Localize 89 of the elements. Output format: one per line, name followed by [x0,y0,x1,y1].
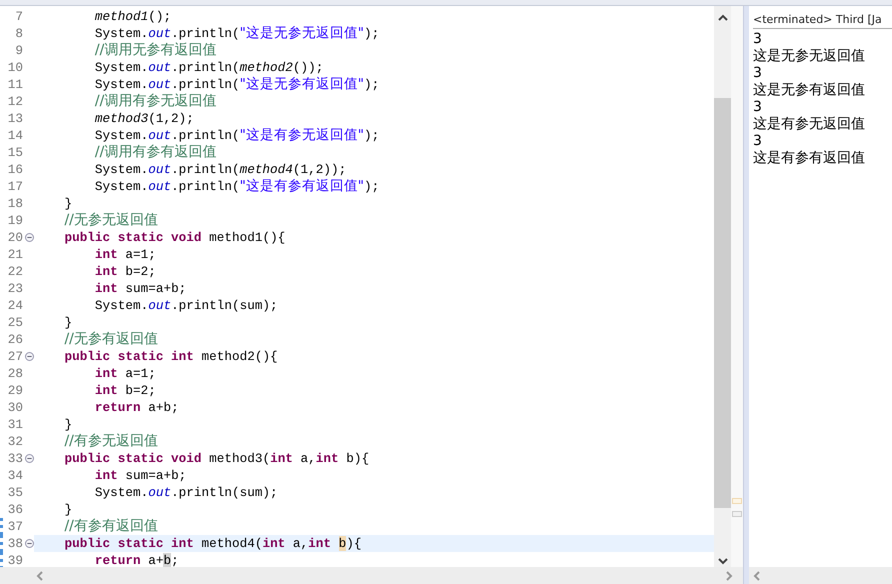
line-number: 31 [6,416,24,433]
annotation-marker[interactable] [732,511,742,517]
line-number: 26 [6,331,24,348]
line-number: 18 [6,195,24,212]
line-number: 16 [6,161,24,178]
line-number: 25 [6,314,24,331]
collapse-icon[interactable] [25,454,34,463]
code-line: public static int method2(){ [63,348,279,365]
horizontal-scrollbar[interactable] [0,567,743,584]
code-line: //有参无返回值 [63,433,159,450]
line-number: 34 [6,467,24,484]
console-output-line: 3 [753,65,763,82]
line-number: 35 [6,484,24,501]
line-number: 29 [6,382,24,399]
line-number: 36 [6,501,24,518]
code-line: int a=1; [94,246,157,263]
line-number: 14 [6,127,24,144]
line-number: 27 [6,348,24,365]
collapse-icon[interactable] [25,539,34,548]
code-line: int b=2; [94,382,157,399]
line-number: 22 [6,263,24,280]
code-line: //有参有返回值 [63,518,159,535]
code-line: return a+b; [94,552,180,567]
code-line: int sum=a+b; [94,280,188,297]
collapse-icon[interactable] [25,233,34,242]
console-output-line: 3 [753,133,763,150]
line-number: 10 [6,59,24,76]
code-line: } [63,501,73,518]
console-header: <terminated> Third [Ja [753,10,892,29]
code-line: System.out.println("这是有参有返回值"); [94,178,380,195]
code-line: System.out.println("这是无参有返回值"); [94,76,380,93]
console-output-line: 这是无参无返回值 [753,48,866,65]
console-output-line: 这是无参有返回值 [753,82,866,99]
line-number: 37 [6,518,24,535]
line-number: 9 [14,42,24,59]
line-number: 20 [6,229,24,246]
code-line: int b=2; [94,263,157,280]
code-line: } [63,314,74,331]
console-output-line: 这是有参无返回值 [753,116,866,133]
code-line: int sum=a+b; [94,467,188,484]
horizontal-scrollbar[interactable] [749,567,892,584]
code-line: //调用无参有返回值 [94,42,218,59]
code-line: public static void method1(){ [63,229,286,246]
line-number: 19 [6,212,24,229]
code-line: System.out.println("这是有参无返回值"); [94,127,380,144]
line-number: 24 [6,297,24,314]
scroll-right-icon[interactable] [725,570,733,580]
collapse-icon[interactable] [25,352,34,361]
line-number: 30 [6,399,24,416]
console-output-line: 3 [753,31,763,48]
code-line: int a=1; [94,365,157,382]
code-line: System.out.println(method4(1,2)); [94,161,348,178]
code-line: System.out.println("这是无参无返回值"); [94,25,380,42]
line-number: 8 [14,25,24,42]
line-number: 38 [6,535,24,552]
scroll-down-icon[interactable] [718,557,728,565]
vertical-scrollbar[interactable] [714,6,731,567]
line-number: 33 [6,450,24,467]
line-number: 12 [6,93,24,110]
code-line: } [63,416,73,433]
line-number: 7 [14,8,24,25]
code-line: } [63,195,74,212]
line-number: 11 [6,76,24,93]
occurrence-marker[interactable] [732,498,742,504]
code-line: method1(); [94,8,172,25]
console-output-line: 这是有参有返回值 [753,150,866,167]
line-number: 32 [6,433,24,450]
line-number: 23 [6,280,24,297]
code-line: System.out.println(sum); [94,484,279,501]
code-line: //无参无返回值 [63,212,159,229]
line-number: 13 [6,110,24,127]
code-line: return a+b; [94,399,180,416]
code-line: System.out.println(sum); [94,297,279,314]
scroll-left-icon[interactable] [36,570,44,580]
line-number: 28 [6,365,24,382]
code-line: //无参有返回值 [63,331,159,348]
code-line: //调用有参有返回值 [94,144,218,161]
scrollbar-thumb[interactable] [714,98,731,508]
line-number: 17 [6,178,24,195]
line-number: 21 [6,246,24,263]
code-line: //调用有参无返回值 [94,93,218,110]
console-output-line: 3 [753,99,763,116]
code-line: System.out.println(method2()); [94,59,324,76]
code-line: public static void method3(int a,int b){ [63,450,370,467]
scroll-left-icon[interactable] [753,570,761,580]
line-number: 15 [6,144,24,161]
code-line: method3(1,2); [94,110,195,127]
line-number: 39 [6,552,24,567]
scroll-up-icon[interactable] [718,14,728,22]
